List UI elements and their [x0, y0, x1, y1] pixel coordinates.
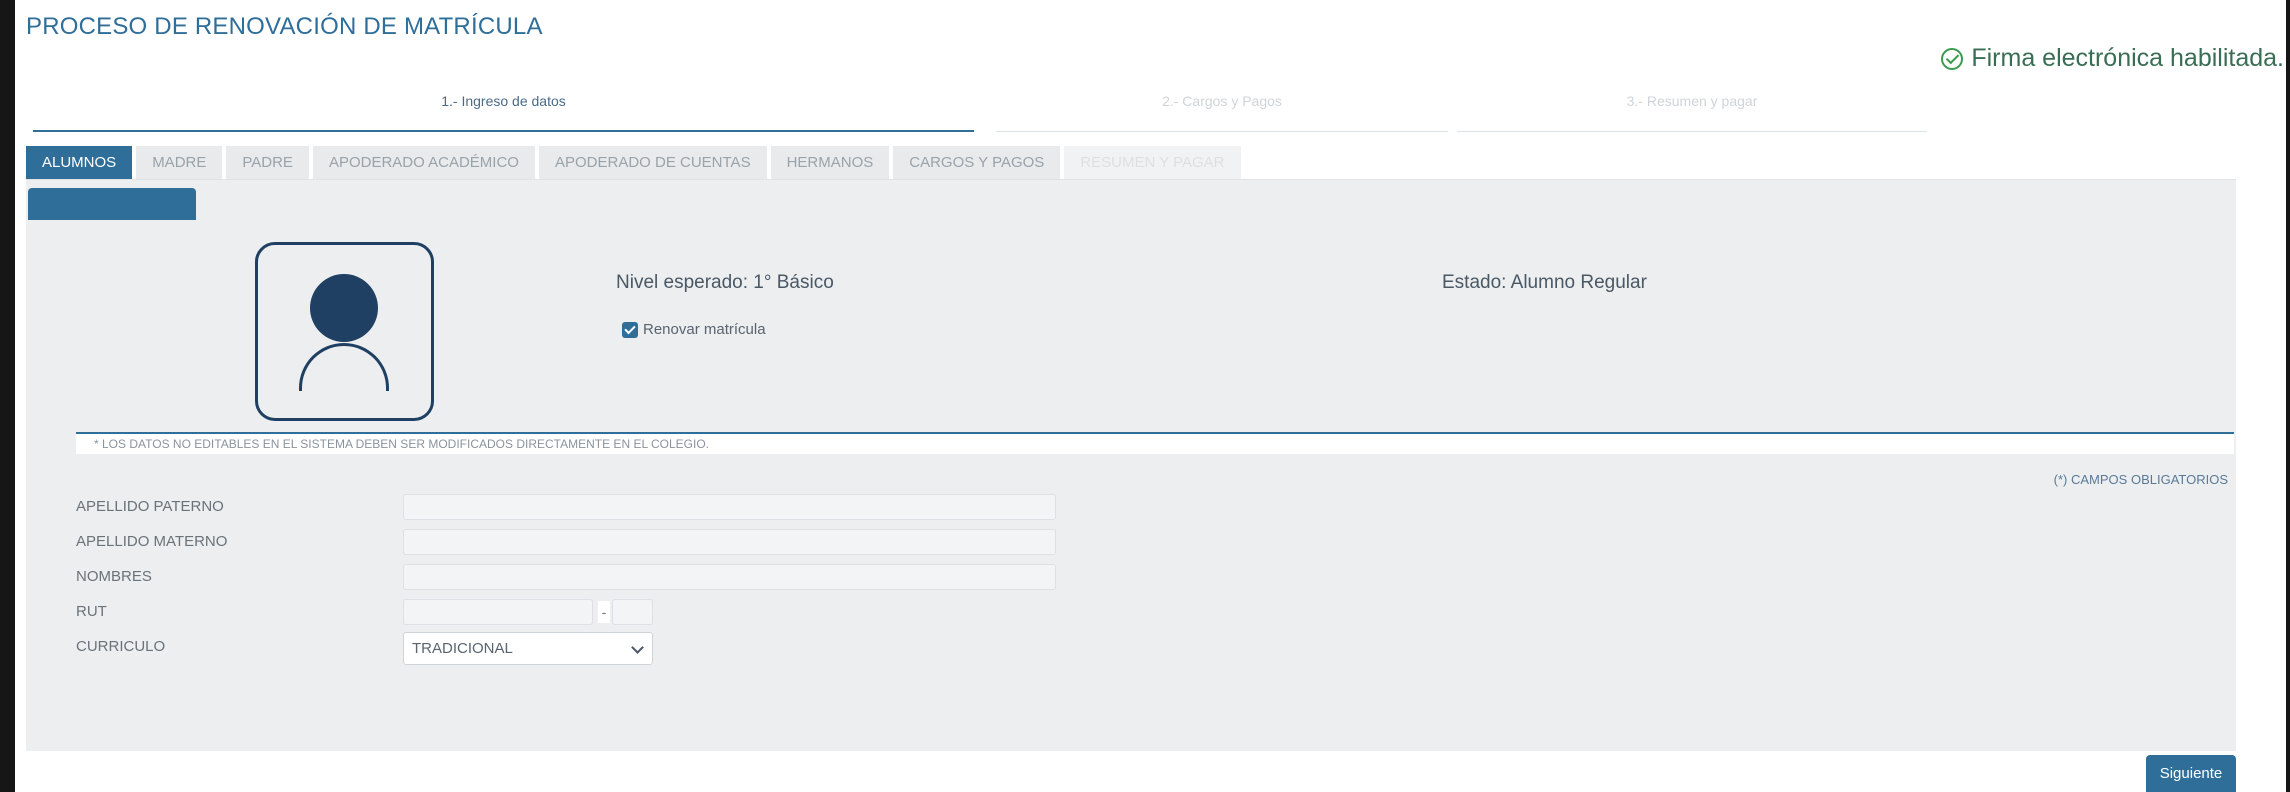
- step-underline: [33, 130, 974, 132]
- nombres-label: NOMBRES: [76, 568, 152, 585]
- apellido-materno-field[interactable]: [403, 529, 1056, 555]
- check-circle-icon: [1941, 47, 1964, 70]
- curriculo-label: CURRICULO: [76, 638, 166, 655]
- notice-text: * LOS DATOS NO EDITABLES EN EL SISTEMA D…: [94, 437, 710, 451]
- step-label: 2.- Cargos y Pagos: [1162, 93, 1282, 109]
- rut-label: RUT: [76, 603, 107, 620]
- rut-field[interactable]: [403, 599, 593, 625]
- tab-bar: ALUMNOS MADRE PADRE APODERADO ACADÉMICO …: [26, 146, 1241, 179]
- alumnos-panel: Nivel esperado: 1° Básico Estado: Alumno…: [26, 179, 2236, 751]
- estado-alumno: Estado: Alumno Regular: [1442, 272, 1647, 293]
- firma-text: Firma electrónica habilitada.: [1971, 44, 2284, 72]
- tab-padre[interactable]: PADRE: [226, 146, 309, 179]
- required-fields-note: (*) CAMPOS OBLIGATORIOS: [2053, 472, 2228, 487]
- rut-dv-field[interactable]: [612, 599, 653, 625]
- student-avatar: [255, 242, 434, 421]
- renovar-matricula-checkbox[interactable]: Renovar matrícula: [622, 321, 766, 338]
- student-subtab[interactable]: [28, 188, 196, 220]
- chevron-down-icon: [631, 641, 644, 654]
- tab-cargos-pagos[interactable]: CARGOS Y PAGOS: [893, 146, 1061, 179]
- step-label: 1.- Ingreso de datos: [441, 93, 566, 109]
- nivel-esperado: Nivel esperado: 1° Básico: [616, 272, 834, 293]
- page-title: PROCESO DE RENOVACIÓN DE MATRÍCULA: [26, 13, 543, 40]
- tab-alumnos[interactable]: ALUMNOS: [26, 146, 133, 179]
- step-ingreso-datos: 1.- Ingreso de datos: [33, 93, 974, 132]
- step-cargos-pagos: 2.- Cargos y Pagos: [996, 93, 1448, 132]
- renovar-label: Renovar matrícula: [643, 321, 766, 338]
- notice-bar: * LOS DATOS NO EDITABLES EN EL SISTEMA D…: [76, 432, 2234, 454]
- checkbox-checked-icon[interactable]: [622, 321, 638, 338]
- tab-madre[interactable]: MADRE: [136, 146, 223, 179]
- curriculo-select[interactable]: TRADICIONAL: [403, 632, 653, 665]
- tab-hermanos[interactable]: HERMANOS: [770, 146, 890, 179]
- apellido-paterno-label: APELLIDO PATERNO: [76, 498, 224, 515]
- tab-apoderado-cuentas[interactable]: APODERADO DE CUENTAS: [538, 146, 767, 179]
- apellido-paterno-field[interactable]: [403, 494, 1056, 520]
- nombres-field[interactable]: [403, 564, 1056, 590]
- apellido-materno-label: APELLIDO MATERNO: [76, 533, 228, 550]
- step-label: 3.- Resumen y pagar: [1626, 93, 1758, 109]
- step-underline: [996, 131, 1448, 132]
- rut-separator: -: [598, 601, 610, 623]
- tab-apoderado-academico[interactable]: APODERADO ACADÉMICO: [312, 146, 535, 179]
- step-underline: [1457, 131, 1927, 132]
- curriculo-selected-value: TRADICIONAL: [412, 640, 513, 657]
- right-edge-bar: [2286, 0, 2290, 792]
- user-avatar-icon: [310, 274, 378, 342]
- firma-status: Firma electrónica habilitada.: [1941, 44, 2284, 73]
- user-avatar-body: [299, 343, 389, 391]
- left-edge-bar: [0, 0, 15, 792]
- tab-resumen-pagar: RESUMEN Y PAGAR: [1064, 146, 1241, 179]
- step-resumen-pagar: 3.- Resumen y pagar: [1457, 93, 1927, 132]
- siguiente-button[interactable]: Siguiente: [2146, 755, 2236, 792]
